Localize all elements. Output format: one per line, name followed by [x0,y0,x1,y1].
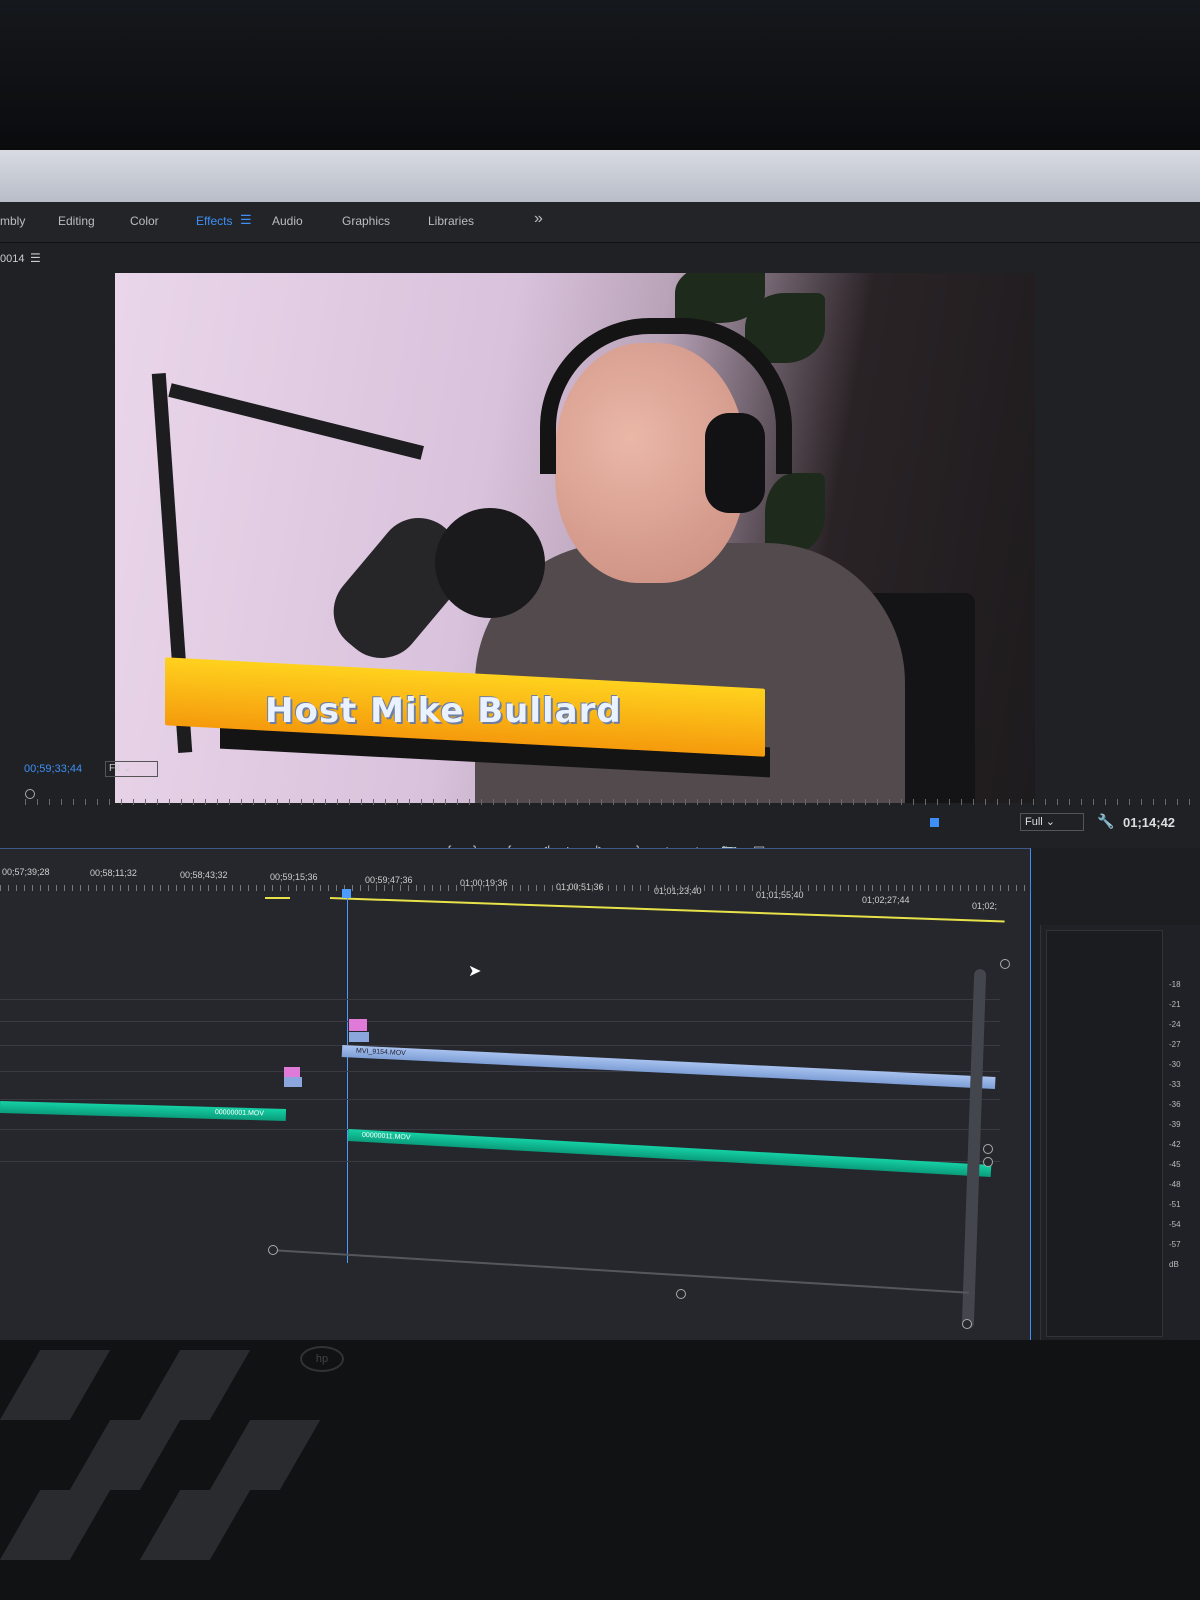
timeline-panel[interactable]: 00;57;39;28 00;58;11;32 00;58;43;32 00;5… [0,848,1031,1340]
video-clip[interactable]: MVI_9154.MOV [341,1045,996,1089]
checker-tile [0,1350,111,1420]
resolution-value: Full [1025,816,1043,828]
meter-scale-label: dB [1169,1260,1179,1269]
scroll-handle[interactable] [1000,959,1010,969]
audio-clip-label: 00000001.MOV [214,1109,265,1118]
meter-scale-label: -45 [1169,1160,1181,1169]
tab-color[interactable]: Color [130,214,159,228]
meter-scale-label: -21 [1169,1000,1181,1009]
meter-scale-label: -27 [1169,1040,1181,1049]
meter-scale-label: -51 [1169,1200,1181,1209]
panel-menu-icon[interactable]: ☰ [30,251,41,265]
program-monitor: 0014 ☰ Host Mike Bullard 00;59;33;44 Fit… [0,243,1200,859]
more-workspaces-icon[interactable]: » [534,210,543,228]
mic-arm-boom [168,383,424,460]
track-divider [0,1021,1000,1022]
ruler-label: 00;58;43;32 [180,870,228,880]
zoom-level-select[interactable]: Fit ⌄ [105,761,158,777]
title-strip [0,150,1200,202]
tab-effects[interactable]: Effects [196,214,232,228]
meter-scale-label: -36 [1169,1100,1181,1109]
headphone-cup [705,413,765,513]
track-divider [0,1045,1000,1046]
meter-scale-label: -30 [1169,1060,1181,1069]
scroll-handle[interactable] [676,1289,686,1299]
resolution-select[interactable]: Full ⌄ [1020,813,1084,831]
meter-scale-label: -39 [1169,1120,1181,1129]
mouse-cursor-icon: ➤ [468,963,482,980]
monitor-bezel [0,0,1200,150]
microphone-head [435,508,545,618]
adjustment-clip[interactable] [349,1032,369,1042]
graphic-clip[interactable] [349,1019,367,1031]
meter-scale-label: -33 [1169,1080,1181,1089]
scroll-handle[interactable] [268,1245,278,1255]
audio-clip[interactable]: 00000001.MOV [0,1101,287,1121]
scroll-handle[interactable] [983,1144,993,1154]
tab-assembly[interactable]: mbly [0,214,25,228]
lower-third-graphic: Host Mike Bullard [165,657,785,778]
workspace-bar: mbly Editing Color Effects ☰ Audio Graph… [0,202,1200,243]
ruler-label: 01;02;27;44 [862,895,910,905]
lower-third-text: Host Mike Bullard [265,691,622,731]
timeline-horizontal-scrollbar[interactable] [269,1249,969,1294]
plant-leaf [765,473,825,553]
ruler-label: 00;59;47;36 [365,875,413,885]
meter-scale-label: -54 [1169,1220,1181,1229]
track-divider [0,1099,1000,1100]
wrench-icon[interactable]: 🔧 [1097,813,1114,830]
track-divider [0,999,1000,1000]
meter-scale-label: -48 [1169,1180,1181,1189]
scroll-handle[interactable] [983,1157,993,1167]
graphic-clip[interactable] [284,1067,300,1077]
video-frame[interactable]: Host Mike Bullard [115,273,1035,803]
checker-tile [69,1420,181,1490]
tab-graphics[interactable]: Graphics [342,214,390,228]
monitor-scrub-ruler[interactable] [25,791,1200,807]
meter-scale-label: -18 [1169,980,1181,989]
timeline-playhead-line [347,893,348,1263]
track-divider [0,1129,1000,1130]
timeline-ruler[interactable]: 00;57;39;28 00;58;11;32 00;58;43;32 00;5… [0,867,1030,911]
playhead-timecode[interactable]: 00;59;33;44 [24,763,82,775]
ruler-label: 01;01;55;40 [756,890,804,900]
tab-editing[interactable]: Editing [58,214,95,228]
audio-meters-panel: -18 -21 -24 -27 -30 -33 -36 -39 -42 -45 … [1040,925,1200,1340]
meter-scale-label: -57 [1169,1240,1181,1249]
zoom-level-value: Fit [109,763,121,774]
ruler-label: 00;57;39;28 [2,867,50,877]
ruler-label: 00;58;11;32 [90,868,137,878]
tab-audio[interactable]: Audio [272,214,303,228]
checker-tile [209,1420,321,1490]
meter-scale-label: -24 [1169,1020,1181,1029]
checker-tile [0,1490,111,1560]
audio-meter [1046,930,1163,1337]
ruler-label: 00;59;15;36 [270,872,318,882]
meter-scale-label: -42 [1169,1140,1181,1149]
ruler-label: 01;02; [972,901,998,911]
workspace-menu-icon[interactable]: ☰ [240,212,252,228]
desk-surface [0,1340,1200,1600]
duration-timecode: 01;14;42 [1123,815,1176,830]
premiere-window: mbly Editing Color Effects ☰ Audio Graph… [0,150,1200,1340]
scrub-start-handle[interactable] [25,789,35,799]
work-area-bar[interactable] [265,897,290,899]
scroll-handle[interactable] [962,1319,972,1329]
monitor-logo: hp [300,1346,344,1372]
adjustment-clip[interactable] [284,1077,302,1087]
checker-tile [139,1490,251,1560]
audio-clip[interactable]: 00000011.MOV [347,1129,992,1177]
checker-tile [139,1350,251,1420]
sequence-name: 0014 [0,253,25,265]
timeline-ticks [0,885,1030,891]
tab-libraries[interactable]: Libraries [428,214,474,228]
monitor-playhead[interactable] [930,818,939,827]
